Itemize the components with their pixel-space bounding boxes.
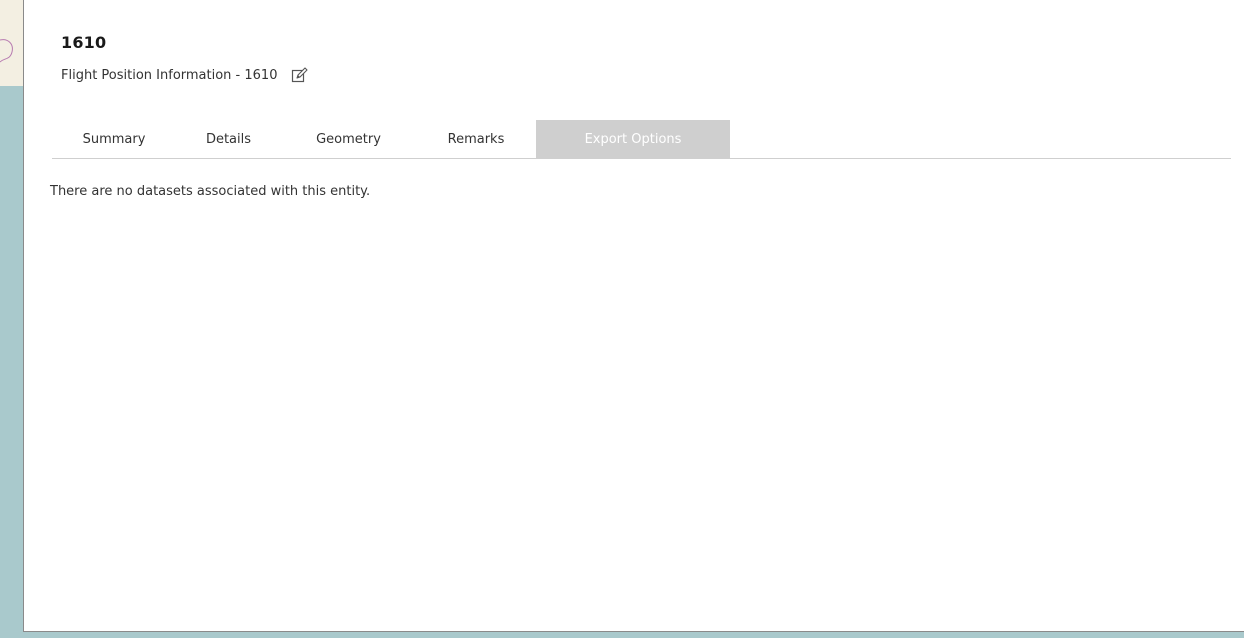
entity-subtitle: Flight Position Information - 1610 <box>61 67 278 83</box>
empty-state-message: There are no datasets associated with th… <box>50 184 371 199</box>
map-bottom-edge <box>23 632 1244 638</box>
tab-remarks[interactable]: Remarks <box>416 120 536 158</box>
tab-bar: Summary Details Geometry Remarks Export … <box>52 120 1231 159</box>
entity-subtitle-row: Flight Position Information - 1610 <box>61 66 309 84</box>
tab-summary[interactable]: Summary <box>52 120 176 158</box>
edit-icon[interactable] <box>291 67 309 83</box>
entity-title: 1610 <box>61 33 107 52</box>
map-boundary-line <box>0 39 13 63</box>
entity-info-panel: 1610 Flight Position Information - 1610 … <box>23 0 1244 632</box>
tab-geometry[interactable]: Geometry <box>281 120 416 158</box>
map-background[interactable] <box>0 0 23 638</box>
tab-export-options[interactable]: Export Options <box>536 120 730 158</box>
tab-details[interactable]: Details <box>176 120 281 158</box>
